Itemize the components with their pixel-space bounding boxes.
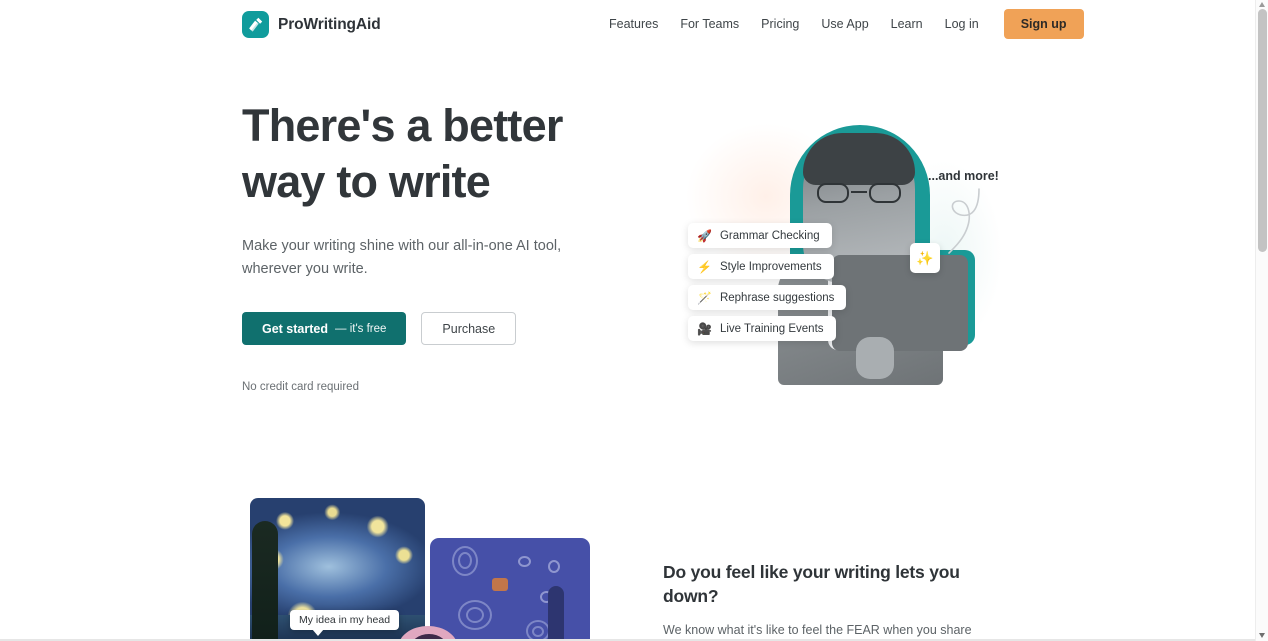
lightning-icon: ⚡ [697,259,712,274]
hero-title-line-1: There's a better [242,100,563,151]
idea-tooltip: My idea in my head [290,610,400,636]
sparkles-icon: ✨ [910,243,940,273]
nav-link-log-in[interactable]: Log in [934,11,990,37]
scrollbar-thumb[interactable] [1258,9,1267,252]
person-hair [803,133,915,185]
get-started-button[interactable]: Get started — it's free [242,312,407,345]
feature-badge-live-training-events: 🎥 Live Training Events [688,316,836,341]
hero-subtitle: Make your writing shine with our all-in-… [242,238,562,277]
rocket-icon: 🚀 [697,228,712,243]
feature-badge-label: Grammar Checking [719,229,820,242]
feature-badge-grammar-checking: 🚀 Grammar Checking [688,223,832,248]
feature-badge-label: Rephrase suggestions [719,291,835,304]
flat-blue-version [430,538,590,641]
laptop-image [832,255,968,351]
purchase-button[interactable]: Purchase [421,312,517,345]
hero-illustration: ✨ ...and more! 🚀 Grammar Checking ⚡ Styl… [660,105,1020,390]
get-started-suffix: — it's free [335,322,387,335]
nav-link-for-teams[interactable]: For Teams [669,11,750,37]
brand-logo[interactable]: ProWritingAid [242,11,381,38]
get-started-label: Get started [262,321,328,336]
hero-section: There's a better way to write Make your … [242,98,642,393]
lower-section-title: Do you feel like your writing lets you d… [663,562,960,606]
vertical-scrollbar[interactable] [1255,0,1268,641]
person-hand [856,337,894,379]
painting-cypress-tree [252,521,278,641]
magic-wand-icon: 🪄 [697,290,712,305]
nav-link-features[interactable]: Features [598,11,669,37]
sign-up-button[interactable]: Sign up [1003,9,1084,39]
feature-badge-label: Live Training Events [719,322,824,335]
feature-badge-rephrase-suggestions: 🪄 Rephrase suggestions [688,285,847,310]
page-root: ProWritingAid Features For Teams Pricing… [0,0,1268,641]
book-pen-logo-icon [242,11,269,38]
hero-cta-group: Get started — it's free Purchase [242,312,642,345]
starry-night-illustration: My idea in my head [250,498,630,641]
nav-link-use-app[interactable]: Use App [810,11,879,37]
nav-link-learn[interactable]: Learn [880,11,934,37]
feature-badge-list: 🚀 Grammar Checking ⚡ Style Improvements … [688,223,847,341]
balloon-outline-icon [948,188,980,254]
hero-title-line-2: way to write [242,156,491,207]
scroll-up-arrow-icon[interactable] [1259,2,1265,7]
eyeglasses-icon [815,183,903,203]
lower-section-body: We know what it's like to feel the FEAR … [663,623,972,637]
feature-badge-style-improvements: ⚡ Style Improvements [688,254,834,279]
no-credit-card-note: No credit card required [242,381,359,393]
nav-link-pricing[interactable]: Pricing [750,11,810,37]
page-title: There's a better way to write [242,98,642,210]
feature-badge-label: Style Improvements [719,260,822,273]
brand-name: ProWritingAid [278,15,381,33]
lower-text-section: Do you feel like your writing lets you d… [663,560,1013,641]
flat-cypress-tree [548,586,564,641]
video-camera-icon: 🎥 [697,321,712,336]
site-header: ProWritingAid Features For Teams Pricing… [0,0,1255,48]
main-navigation: Features For Teams Pricing Use App Learn… [598,0,1084,48]
scroll-down-arrow-icon[interactable] [1259,633,1265,638]
and-more-label: ...and more! [928,169,999,183]
